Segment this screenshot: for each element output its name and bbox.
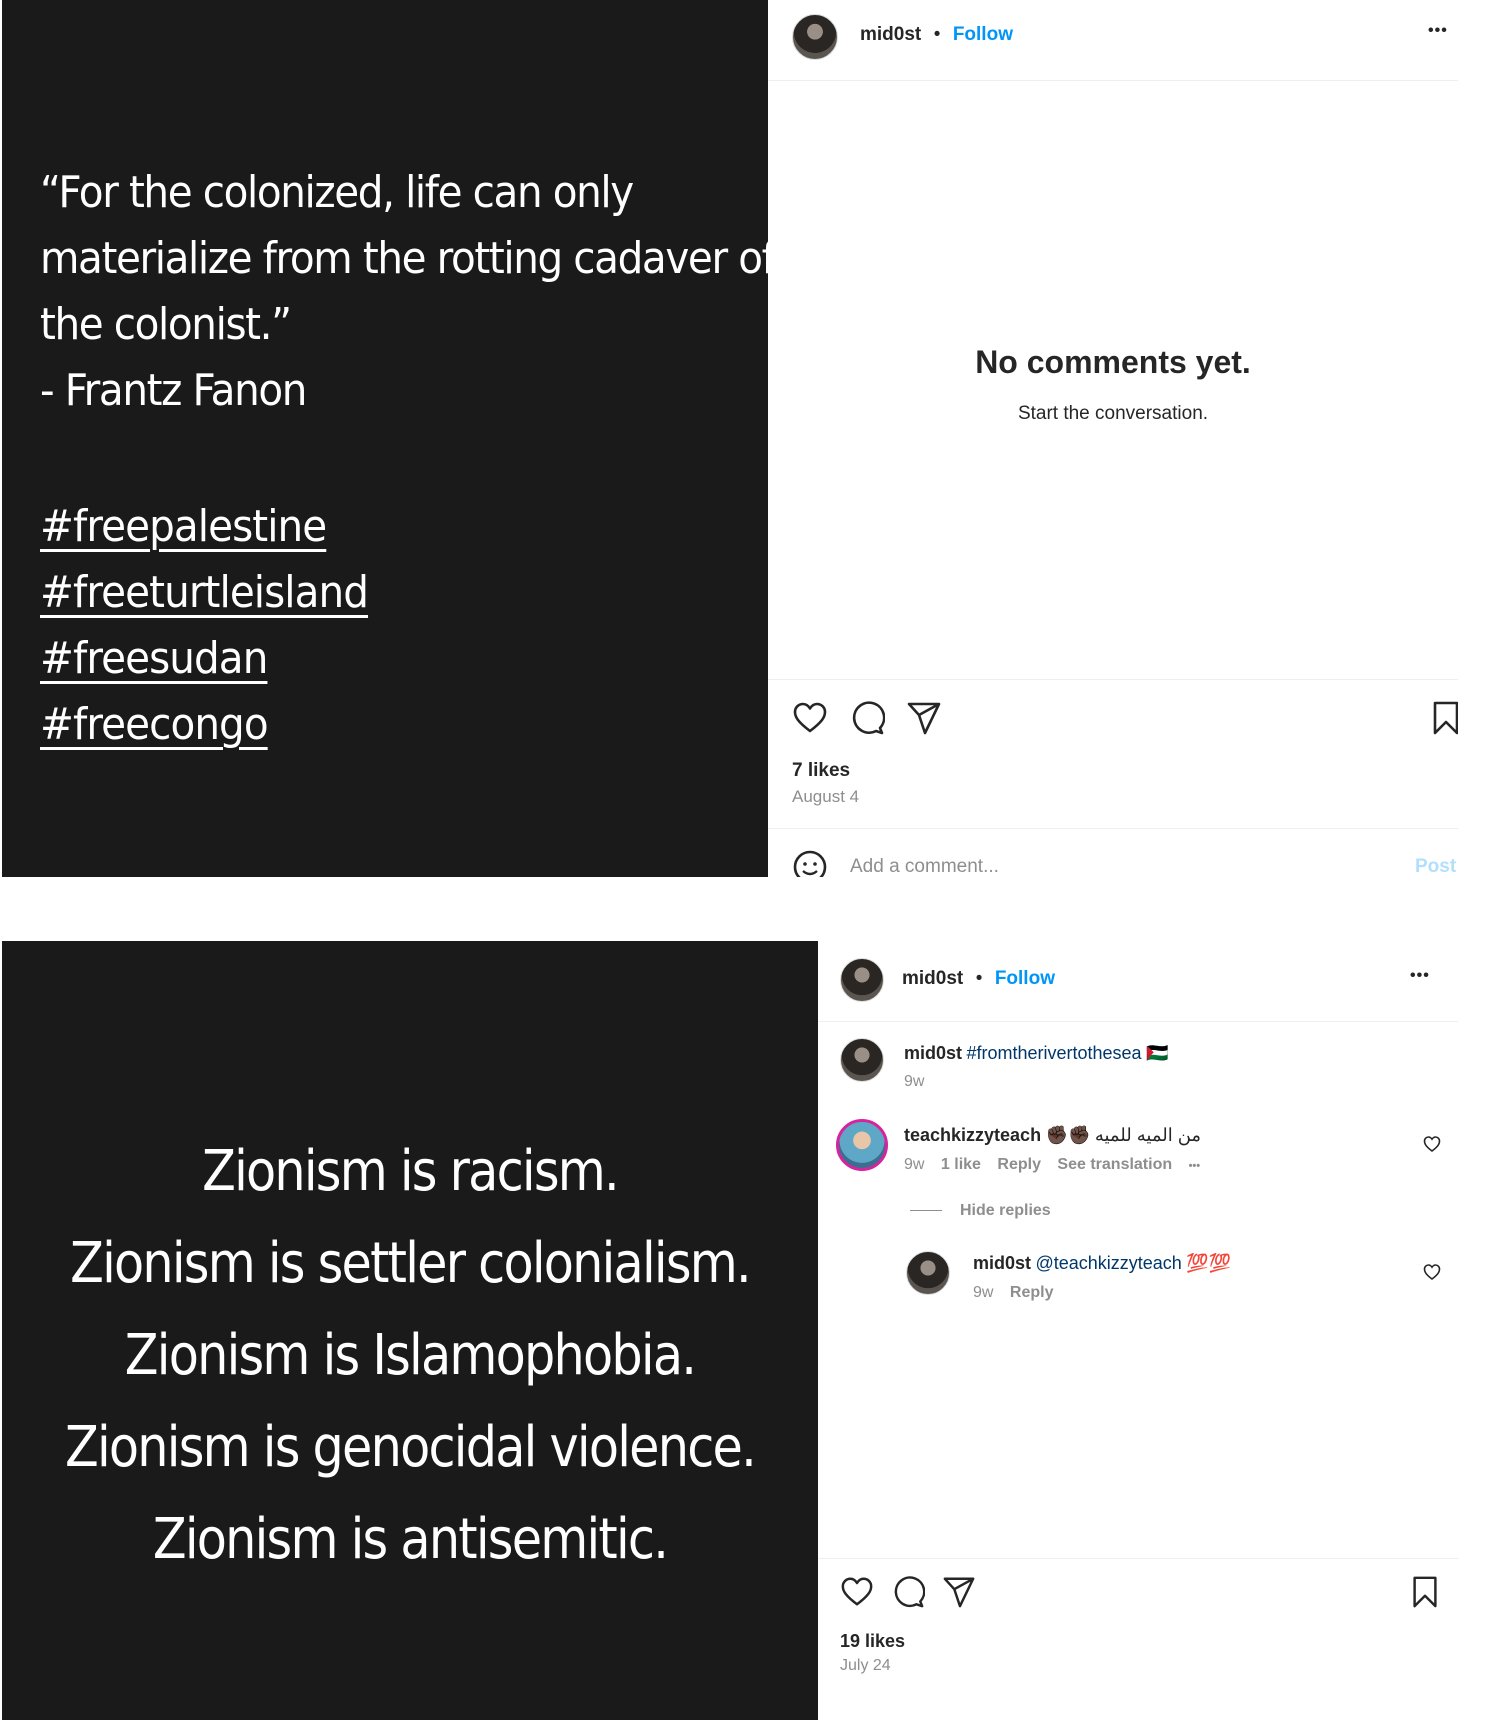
post-header: mid0st • Follow ••• [818,941,1458,1022]
comment: teachkizzyteach ✊🏿✊🏿 من الميه للميه [904,1125,1201,1146]
hide-replies-button[interactable]: Hide replies [910,1202,1051,1220]
quote-line: materialize from the rotting cadaver of [40,233,768,284]
empty-comments-subtitle: Start the conversation. [1017,403,1209,424]
likes-count[interactable]: 19 likes [840,1631,905,1652]
username-link[interactable]: mid0st [902,968,963,989]
comment-text: من الميه للميه [1094,1125,1202,1145]
reply-username[interactable]: mid0st [973,1253,1031,1273]
hashtag: #freesudan [40,633,268,684]
quote-attribution: - Frantz Fanon [40,365,307,416]
statement-text: Zionism is racism. Zionism is settler co… [2,1126,818,1586]
emoji-icon[interactable] [792,849,828,877]
comment-time: 9w [904,1156,925,1173]
comment-more-icon[interactable]: ••• [1189,1160,1201,1172]
add-comment-bar: Add a comment... Post [768,828,1458,877]
bookmark-icon[interactable] [1428,700,1458,736]
hide-replies-label: Hide replies [960,1202,1051,1219]
reply-comment: mid0st @teachkizzyteach 💯💯 [973,1253,1231,1274]
statement-line: Zionism is racism. [202,1139,620,1204]
empty-comments-title: No comments yet. [975,344,1251,380]
avatar[interactable] [906,1251,950,1295]
reply-time: 9w [973,1284,994,1301]
hashtag-list: #freepalestine #freeturtleisland #freesu… [40,494,369,758]
post1-image: “For the colonized, life can only materi… [2,0,768,877]
quote-text: “For the colonized, life can only materi… [40,160,768,424]
username-link[interactable]: mid0st [860,24,921,45]
likes-count[interactable]: 7 likes [792,760,850,782]
reply-mention[interactable]: @teachkizzyteach [1035,1253,1181,1273]
heart-icon[interactable] [840,1575,874,1609]
action-bar: 19 likes July 24 [818,1558,1458,1720]
avatar[interactable] [836,1119,888,1171]
caption-username[interactable]: mid0st [904,1043,962,1063]
avatar[interactable] [792,14,838,60]
heart-icon[interactable] [792,700,828,736]
hashtag: #freecongo [40,699,269,750]
comment-emoji: ✊🏿✊🏿 [1045,1125,1091,1145]
share-icon[interactable] [942,1575,976,1609]
post2-image: Zionism is racism. Zionism is settler co… [2,941,818,1720]
comment-likes[interactable]: 1 like [941,1156,981,1173]
reply-button[interactable]: Reply [1010,1284,1054,1301]
caption: mid0st #fromtherivertothesea 🇵🇸 [904,1043,1168,1064]
post1-sidebar: mid0st • Follow ••• No comments yet. Sta… [768,0,1458,877]
reply-button[interactable]: Reply [997,1156,1041,1173]
heart-icon[interactable] [1423,1135,1441,1153]
hide-replies-line [910,1210,942,1212]
hashtag: #freepalestine [40,501,327,552]
follow-button[interactable]: Follow [995,968,1055,989]
statement-line: Zionism is settler colonialism. [70,1231,752,1296]
reply-meta: 9w Reply [973,1284,1053,1302]
heart-icon[interactable] [1423,1263,1441,1281]
action-bar: 7 likes August 4 [768,679,1458,830]
separator-dot: • [975,968,983,989]
more-icon[interactable]: ••• [1428,22,1448,40]
comment-meta: 9w 1 like Reply See translation ••• [904,1156,1200,1174]
comment-icon[interactable] [849,700,885,736]
caption-time: 9w [904,1073,925,1090]
comment-username[interactable]: teachkizzyteach [904,1125,1041,1145]
separator-dot: • [933,24,941,45]
caption-hashtag[interactable]: #fromtherivertothesea [966,1043,1141,1063]
post-header: mid0st • Follow ••• [768,0,1458,81]
post-comment-button[interactable]: Post [1415,856,1456,877]
bookmark-icon[interactable] [1408,1575,1442,1609]
comment-icon[interactable] [891,1575,925,1609]
follow-button[interactable]: Follow [953,24,1013,45]
post-date: August 4 [792,787,860,806]
avatar[interactable] [840,958,884,1002]
share-icon[interactable] [906,700,942,736]
hashtag: #freeturtleisland [40,567,369,618]
empty-comments: No comments yet. Start the conversation. [768,344,1458,425]
statement-line: Zionism is Islamophobia. [124,1323,697,1388]
statement-line: Zionism is antisemitic. [152,1507,669,1572]
post2-sidebar: mid0st • Follow ••• mid0st #fromtheriver… [818,941,1458,1720]
flag-emoji: 🇵🇸 [1146,1043,1169,1063]
reply-emoji: 💯💯 [1186,1253,1232,1273]
post-date: July 24 [840,1657,891,1674]
quote-line: “For the colonized, life can only [40,167,634,218]
statement-line: Zionism is genocidal violence. [64,1415,757,1480]
avatar[interactable] [840,1038,884,1082]
more-icon[interactable]: ••• [1410,967,1430,985]
see-translation-button[interactable]: See translation [1057,1156,1172,1173]
quote-line: the colonist.” [40,299,292,350]
comment-input[interactable]: Add a comment... [850,856,999,877]
